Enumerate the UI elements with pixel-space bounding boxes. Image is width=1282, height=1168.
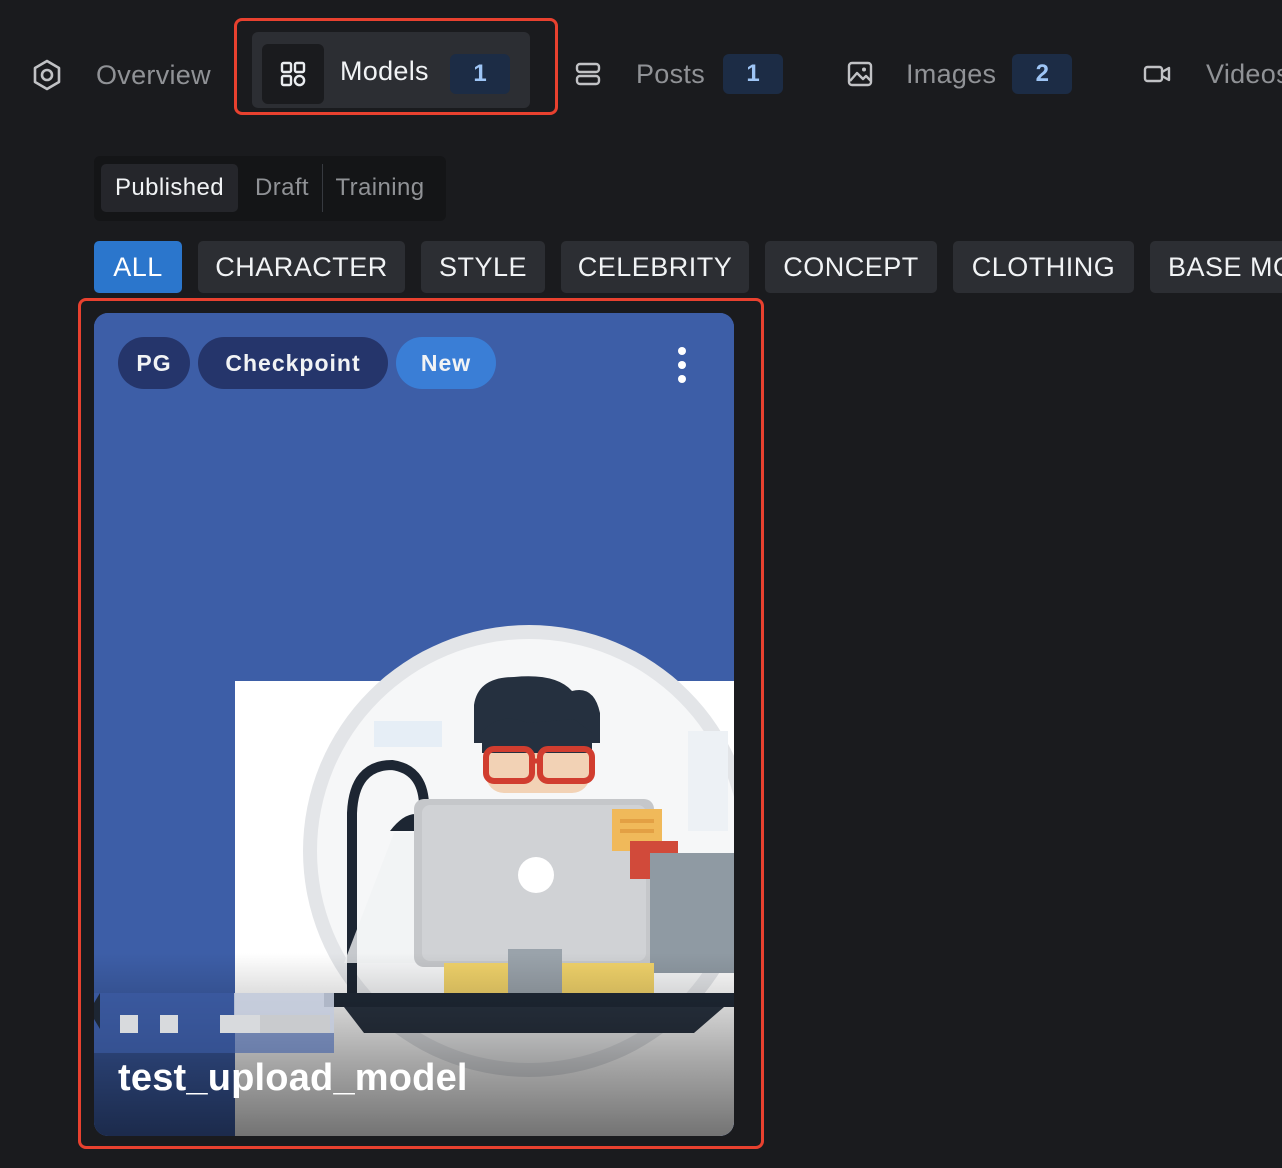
tab-posts-label: Posts [636, 58, 706, 89]
segment-training[interactable]: Training [330, 164, 430, 212]
model-type-badge: Checkpoint [198, 337, 388, 389]
category-chip-all[interactable]: ALL [94, 241, 182, 293]
tab-images-count: 2 [1012, 54, 1073, 94]
dots-vertical-icon[interactable] [662, 341, 702, 389]
segment-draft[interactable]: Draft [246, 164, 318, 212]
video-icon [1142, 60, 1172, 88]
tab-images[interactable]: Images 2 [846, 54, 1073, 94]
tab-videos[interactable]: Videos [1142, 54, 1282, 94]
grid-icon [262, 44, 324, 104]
profile-page: Overview Models 1 Posts 1 Images 2 Video… [0, 0, 1282, 1168]
tab-models[interactable]: Models 1 [252, 32, 530, 108]
tab-videos-label: Videos [1206, 58, 1282, 89]
segment-published[interactable]: Published [101, 164, 238, 212]
tab-posts-count: 1 [723, 54, 784, 94]
tab-models-count: 1 [450, 54, 510, 94]
model-card[interactable]: PG Checkpoint New test_upload_model [94, 313, 734, 1136]
category-chip-character[interactable]: CHARACTER [198, 241, 405, 293]
tab-posts[interactable]: Posts 1 [574, 54, 784, 94]
image-icon [846, 60, 874, 88]
tab-overview-label: Overview [96, 59, 211, 90]
tab-overview[interactable]: Overview [30, 50, 211, 100]
profile-tabs: Overview Models 1 Posts 1 Images 2 Video… [0, 0, 1282, 150]
category-chip-style[interactable]: STYLE [421, 241, 545, 293]
model-title: test_upload_model [118, 1057, 468, 1099]
stack-icon [574, 60, 602, 88]
tab-images-label: Images [906, 58, 997, 89]
blurred-creator-avatar [94, 993, 334, 1053]
segment-divider [322, 164, 323, 212]
tab-models-label: Models [340, 56, 429, 86]
rating-badge: PG [118, 337, 190, 389]
hexagon-icon [30, 58, 64, 92]
status-segmented-control: Published Draft Training [94, 156, 446, 221]
category-chip-concept[interactable]: CONCEPT [765, 241, 937, 293]
category-chip-celebrity[interactable]: CELEBRITY [561, 241, 749, 293]
category-chip-base-model[interactable]: BASE MODEL [1150, 241, 1282, 293]
category-chip-clothing[interactable]: CLOTHING [953, 241, 1134, 293]
new-badge: New [396, 337, 496, 389]
